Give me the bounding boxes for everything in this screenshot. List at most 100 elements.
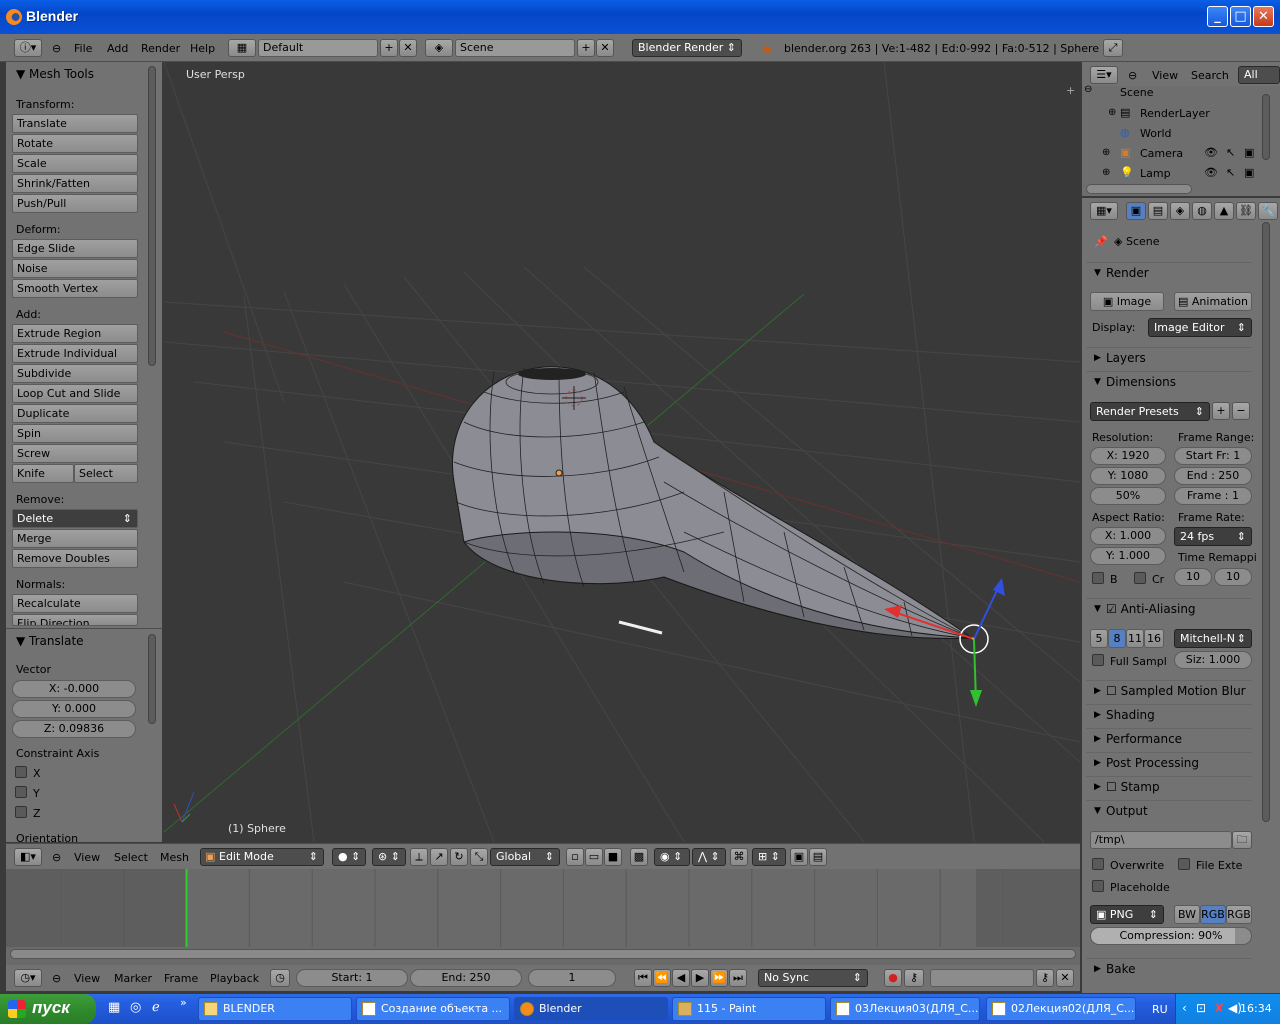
pivot-point-dropdown[interactable]: ⊛ ⇕ (372, 848, 406, 866)
sampled-motion-blur-header[interactable]: ▶ ☐ Sampled Motion Blur (1086, 680, 1252, 700)
properties-toggle-icon[interactable]: + (1066, 84, 1075, 97)
maximize-button[interactable]: □ (1230, 6, 1251, 27)
display-mode-dropdown[interactable]: All Sce (1238, 66, 1280, 97)
scale-button[interactable]: Scale (12, 154, 138, 173)
color-mode-rgba[interactable]: RGB (1226, 905, 1252, 924)
menu-search[interactable]: Search (1191, 69, 1229, 82)
smb-checkbox-icon[interactable]: ☐ (1106, 684, 1121, 698)
collapse-menu-icon[interactable]: ⊖ (52, 851, 61, 864)
aspect-y-field[interactable]: Y: 1.000 (1090, 547, 1166, 565)
aa-samples-5[interactable]: 5 (1090, 629, 1108, 648)
output-section-header[interactable]: ▼ Output (1086, 800, 1252, 820)
start-button[interactable]: пуск (0, 994, 96, 1024)
file-extensions-checkbox[interactable] (1178, 858, 1190, 870)
dimensions-section-header[interactable]: ▼ Dimensions (1086, 371, 1252, 391)
vector-z-field[interactable]: Z: 0.09836 (12, 720, 136, 738)
push-pull-button[interactable]: Push/Pull (12, 194, 138, 213)
auto-keyframe-record-icon[interactable]: ● (884, 969, 902, 987)
extrude-region-button[interactable]: Extrude Region (12, 324, 138, 343)
smooth-vertex-button[interactable]: Smooth Vertex (12, 279, 138, 298)
preview-range-icon[interactable]: ◷ (270, 969, 290, 987)
menu-view[interactable]: View (74, 851, 100, 864)
mode-dropdown[interactable]: ▣ Edit Mode ⇕ (200, 848, 324, 866)
end-frame-prop-field[interactable]: End : 250 (1174, 467, 1252, 485)
menu-view[interactable]: View (74, 972, 100, 985)
noise-button[interactable]: Noise (12, 259, 138, 278)
editor-type-outliner-icon[interactable]: ☰▾ (1090, 66, 1118, 84)
flip-direction-button[interactable]: Flip Direction (12, 614, 138, 626)
jump-end-icon[interactable]: ⏭ (729, 969, 747, 987)
render-engine-dropdown[interactable]: Blender Render ⇕ (632, 39, 742, 57)
menu-view[interactable]: View (1152, 69, 1178, 82)
object-context-icon[interactable]: ▲ (1214, 202, 1234, 220)
bake-section-header[interactable]: ▶ Bake (1086, 958, 1252, 978)
quicklaunch-more-icon[interactable]: » (180, 996, 187, 1009)
render-section-header[interactable]: ▼ Render (1086, 262, 1252, 282)
operator-panel-scrollbar[interactable] (148, 634, 156, 724)
display-dropdown[interactable]: Image Editor ⇕ (1148, 318, 1252, 337)
jump-keyframe-forward-icon[interactable]: ⏩ (710, 969, 728, 987)
network-tray-icon[interactable]: ⊡ (1196, 1001, 1206, 1015)
frame-step-field[interactable]: Frame : 1 (1174, 487, 1252, 505)
screen-layout-field[interactable]: Default (258, 39, 378, 57)
tool-shelf-scrollbar[interactable] (148, 66, 156, 366)
render-layers-context-icon[interactable]: ▤ (1148, 202, 1168, 220)
visibility-eye-icon[interactable]: 👁 (1204, 146, 1218, 159)
post-processing-section-header[interactable]: ▶ Post Processing (1086, 752, 1252, 772)
delete-dropdown[interactable]: Delete ⇕ (12, 509, 138, 528)
task-lecture-02[interactable]: 02Лекция02(ДЛЯ_С... (986, 997, 1136, 1021)
render-image-button[interactable]: ▣ Image (1090, 292, 1164, 311)
remap-new-field[interactable]: 10 (1214, 568, 1252, 586)
menu-help[interactable]: Help (190, 42, 215, 55)
menu-file[interactable]: File (74, 42, 92, 55)
add-scene-icon[interactable]: + (577, 39, 595, 57)
y-arrow-icon[interactable] (970, 690, 982, 707)
outliner-v-scrollbar[interactable] (1262, 94, 1270, 160)
clock[interactable]: 16:34 (1240, 1002, 1272, 1015)
selectability-cursor-icon[interactable]: ↖ (1226, 166, 1235, 179)
render-presets-dropdown[interactable]: Render Presets ⇕ (1090, 402, 1210, 421)
remove-screen-icon[interactable]: ✕ (399, 39, 417, 57)
compression-slider[interactable]: Compression: 90% (1090, 927, 1252, 945)
tray-expand-icon[interactable]: ‹ (1182, 1001, 1187, 1015)
outliner-row-scene[interactable]: ⊖ Scene (1082, 84, 1280, 104)
screw-button[interactable]: Screw (12, 444, 138, 463)
stamp-checkbox-icon[interactable]: ☐ (1106, 780, 1121, 794)
world-context-icon[interactable]: ◍ (1192, 202, 1212, 220)
file-format-dropdown[interactable]: ▣ PNG ⇕ (1090, 905, 1164, 924)
face-select-icon[interactable]: ■ (604, 848, 622, 866)
layers-section-header[interactable]: ▶ Layers (1086, 347, 1252, 367)
color-mode-rgb[interactable]: RGB (1200, 905, 1226, 924)
snap-element-dropdown[interactable]: ⊞ ⇕ (752, 848, 786, 866)
add-preset-icon[interactable]: + (1212, 402, 1230, 420)
scene-field[interactable]: Scene (455, 39, 575, 57)
subdivide-button[interactable]: Subdivide (12, 364, 138, 383)
start-frame-prop-field[interactable]: Start Fr: 1 (1174, 447, 1252, 465)
remap-old-field[interactable]: 10 (1174, 568, 1212, 586)
full-sample-checkbox[interactable] (1092, 654, 1104, 666)
shading-section-header[interactable]: ▶ Shading (1086, 704, 1252, 724)
vector-y-field[interactable]: Y: 0.000 (12, 700, 136, 718)
collapse-menu-icon[interactable]: ⊖ (52, 42, 61, 55)
loop-cut-slide-button[interactable]: Loop Cut and Slide (12, 384, 138, 403)
remove-scene-icon[interactable]: ✕ (596, 39, 614, 57)
collapse-menu-icon[interactable]: ⊖ (1128, 69, 1137, 82)
scale-manipulator-icon[interactable]: ⤡ (470, 848, 488, 866)
pin-icon[interactable]: 📌 (1094, 235, 1108, 248)
menu-mesh[interactable]: Mesh (160, 851, 189, 864)
visibility-eye-icon[interactable]: 👁 (1204, 166, 1218, 179)
aa-samples-8[interactable]: 8 (1108, 629, 1126, 648)
translate-button[interactable]: Translate (12, 114, 138, 133)
jump-keyframe-back-icon[interactable]: ⏪ (653, 969, 671, 987)
edge-slide-button[interactable]: Edge Slide (12, 239, 138, 258)
crop-checkbox[interactable] (1134, 572, 1146, 584)
border-checkbox[interactable] (1092, 572, 1104, 584)
ie-quicklaunch-icon[interactable]: ℯ (152, 1000, 160, 1015)
rotate-button[interactable]: Rotate (12, 134, 138, 153)
current-frame-field[interactable]: 1 (528, 969, 616, 987)
remove-doubles-button[interactable]: Remove Doubles (12, 549, 138, 568)
falloff-dropdown[interactable]: ⋀ ⇕ (692, 848, 726, 866)
spin-button[interactable]: Spin (12, 424, 138, 443)
collapse-menu-icon[interactable]: ⊖ (52, 972, 61, 985)
timeline-editor[interactable]: -40-200204060801001201401601802002202402… (6, 869, 1080, 965)
